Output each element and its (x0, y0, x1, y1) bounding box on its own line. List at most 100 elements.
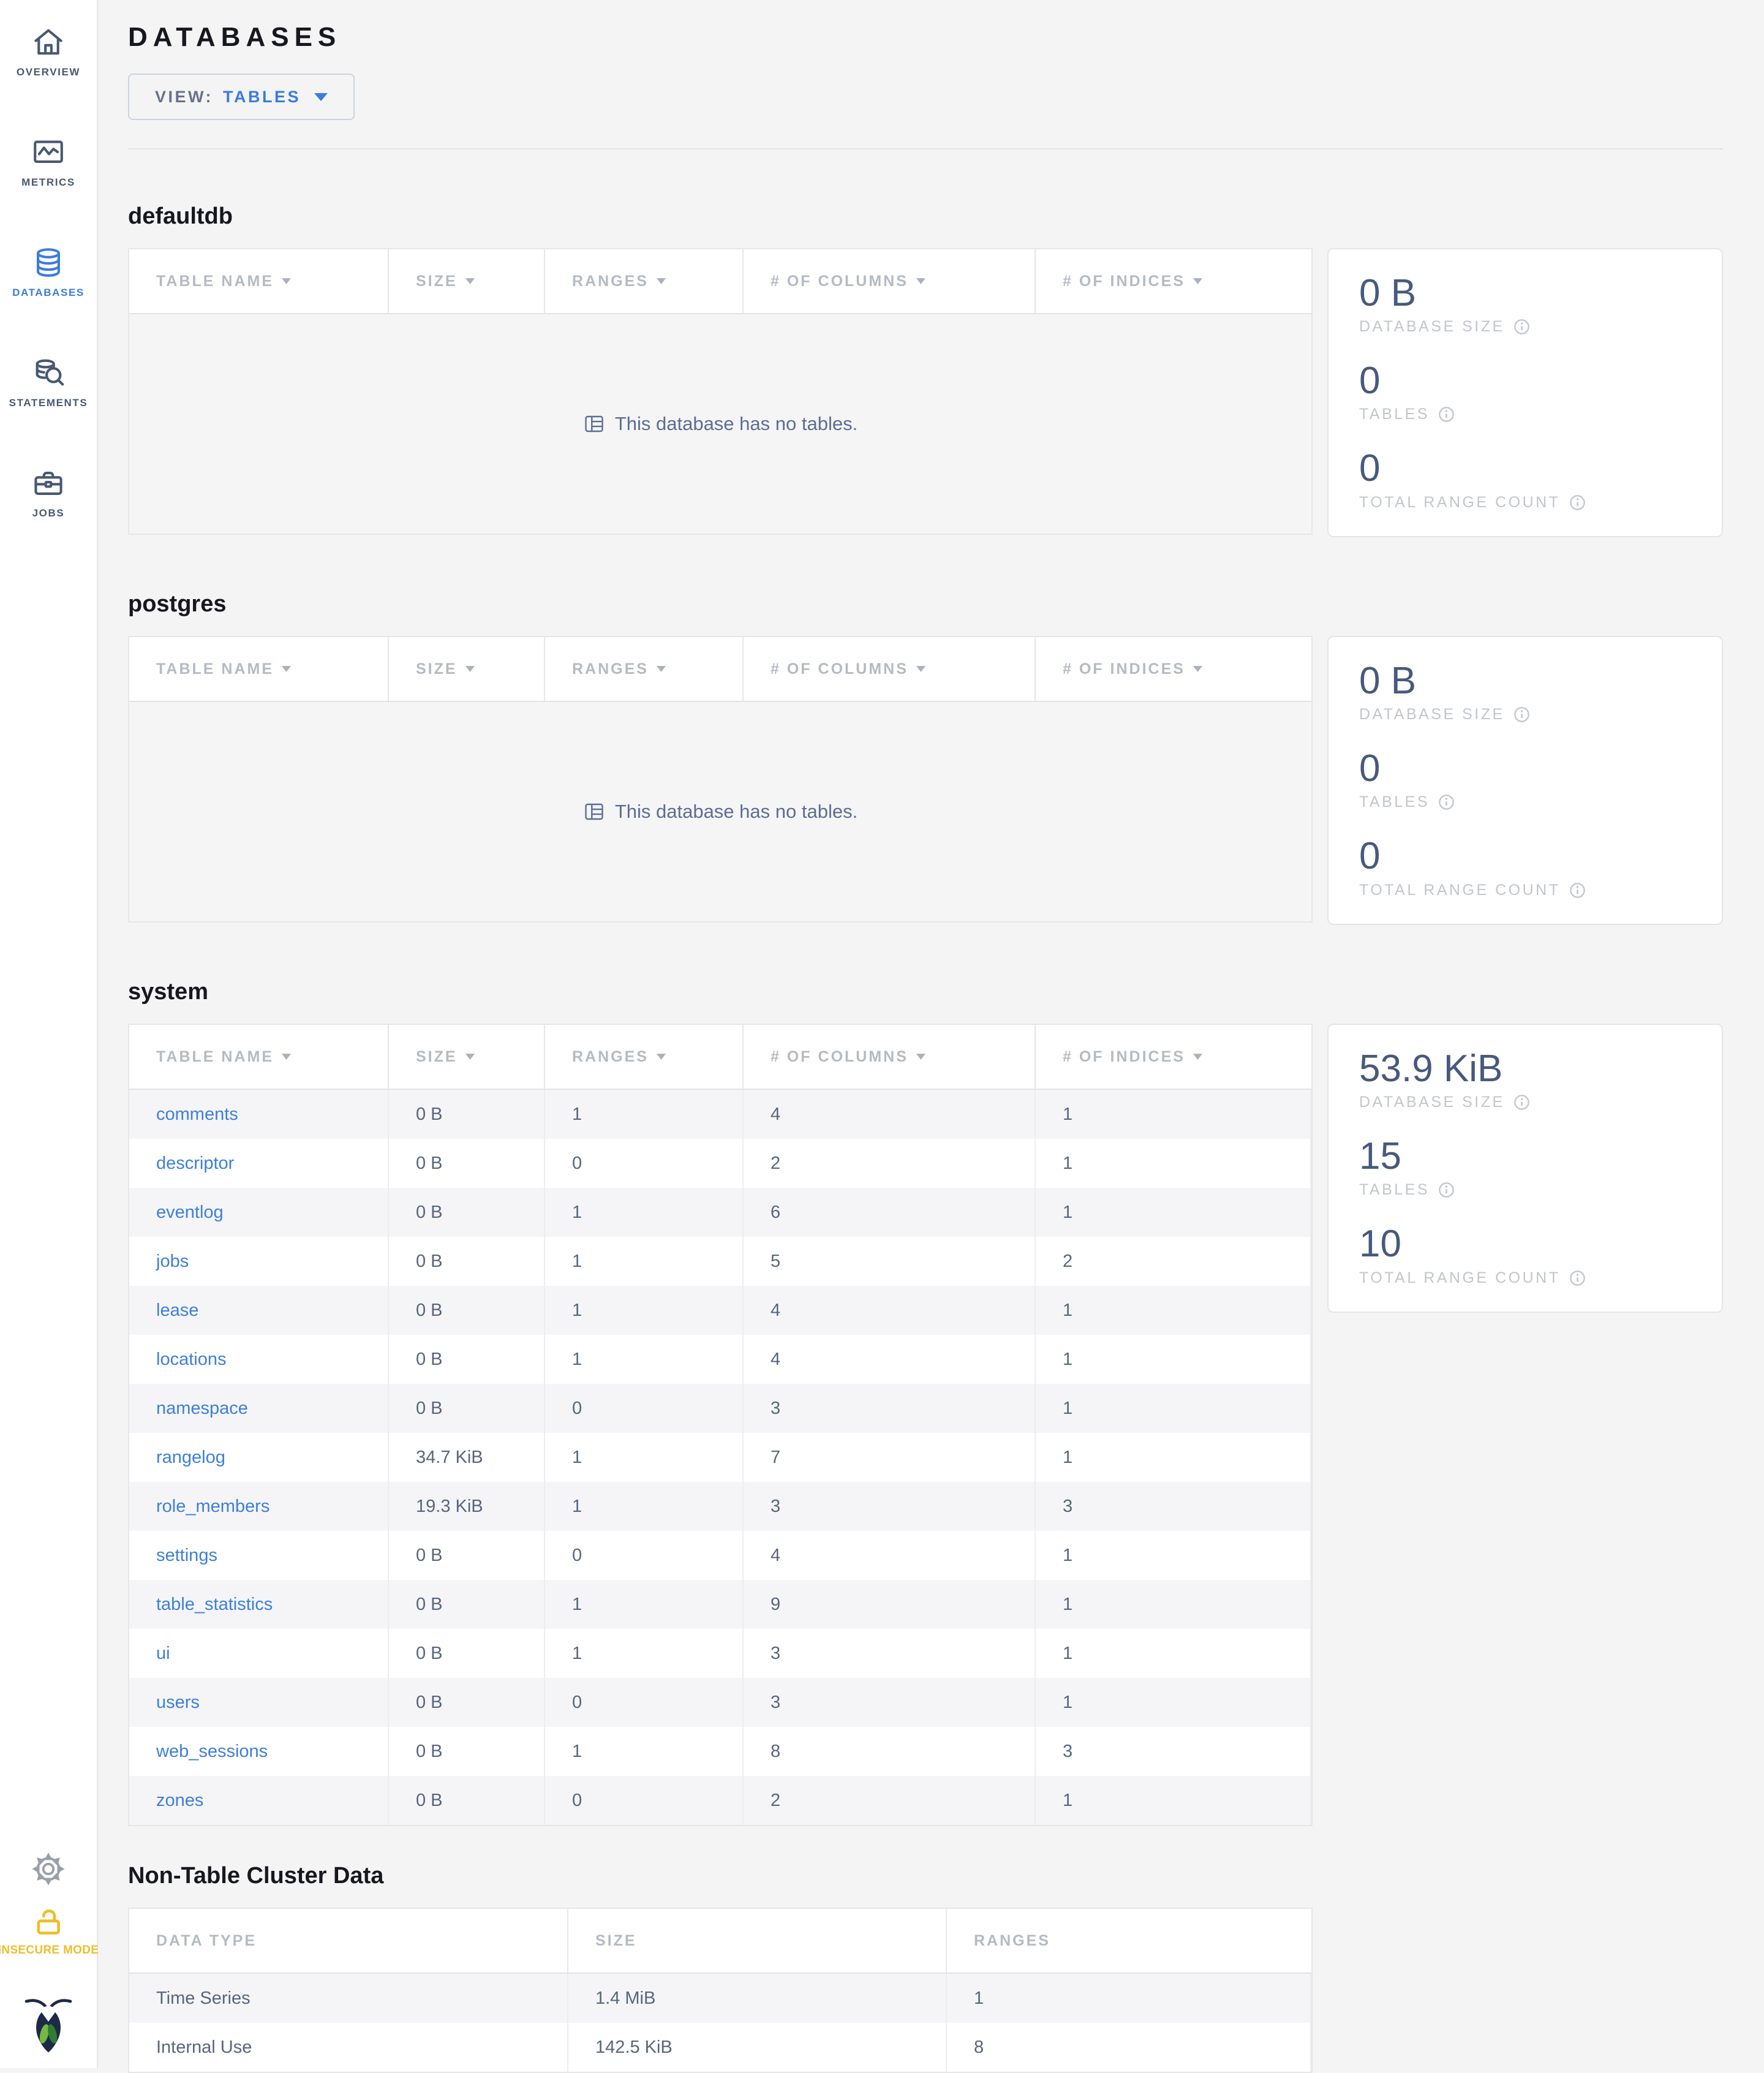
column-header-ranges[interactable]: RANGES (545, 249, 744, 313)
stat-value: 10 (1359, 1223, 1401, 1266)
column-header-columns[interactable]: # OF COLUMNS (744, 249, 1036, 313)
page-title: DATABASES (128, 22, 342, 52)
insecure-mode-indicator[interactable]: INSECURE MODE (0, 1906, 99, 1957)
table-name-link[interactable]: jobs (156, 1252, 189, 1272)
table-row: role_members 19.3 KiB 1 3 3 (129, 1482, 1311, 1531)
view-dropdown-label: VIEW: (155, 87, 214, 106)
table-ranges-value: 1 (545, 1335, 744, 1384)
table-row: locations 0 B 1 4 1 (129, 1335, 1311, 1384)
table-row: web_sessions 0 B 1 8 3 (129, 1727, 1311, 1776)
sidebar-footer: INSECURE MODE (0, 1851, 99, 2058)
table-size-value: 0 B (389, 1776, 545, 1825)
column-header-indices[interactable]: # OF INDICES (1036, 249, 1311, 313)
database-name: postgres (128, 591, 227, 617)
sort-desc-icon (465, 278, 475, 284)
table-name-link[interactable]: ui (156, 1644, 170, 1664)
table-name-link[interactable]: locations (156, 1350, 226, 1370)
view-dropdown[interactable]: VIEW: TABLES (128, 74, 355, 120)
table-ranges-value: 0 (545, 1531, 744, 1580)
table-ranges-value: 1 (545, 1237, 744, 1286)
column-header-ranges: RANGES (974, 1931, 1050, 1949)
table-indices-value: 1 (1036, 1678, 1311, 1727)
jobs-icon (34, 472, 62, 495)
column-header-table-name[interactable]: TABLE NAME (129, 249, 389, 313)
sidebar-item-statements[interactable]: STATEMENTS (9, 355, 88, 409)
view-dropdown-value: TABLES (223, 87, 301, 106)
table-ranges-value: 1 (545, 1433, 744, 1482)
column-header-columns[interactable]: # OF COLUMNS (744, 1025, 1036, 1089)
sidebar-item-jobs[interactable]: JOBS (31, 466, 66, 519)
stat-tables: 15 TABLES (1359, 1135, 1697, 1199)
table-name-link[interactable]: table_statistics (156, 1595, 273, 1615)
chevron-down-icon (314, 93, 328, 101)
database-name: defaultdb (128, 203, 233, 229)
table-ranges-value: 1 (545, 1629, 744, 1678)
table-name-link[interactable]: web_sessions (156, 1742, 268, 1762)
column-header-indices[interactable]: # OF INDICES (1036, 637, 1311, 701)
table-ranges-value: 0 (545, 1678, 744, 1727)
sort-desc-icon (1193, 278, 1202, 284)
table-row: Internal Use 142.5 KiB 8 (129, 2023, 1311, 2072)
table-name-link[interactable]: lease (156, 1301, 198, 1321)
sidebar-item-metrics[interactable]: METRICS (21, 135, 75, 189)
stat-tables: 0 TABLES (1359, 360, 1697, 423)
info-icon[interactable] (1569, 1270, 1586, 1286)
table-name-link[interactable]: descriptor (156, 1154, 234, 1174)
sidebar-item-databases[interactable]: DATABASES (12, 245, 85, 299)
column-header-size[interactable]: SIZE (389, 637, 545, 701)
info-icon[interactable] (1438, 1182, 1455, 1198)
info-icon[interactable] (1569, 882, 1586, 899)
column-header-ranges[interactable]: RANGES (545, 1025, 744, 1089)
table-name-link[interactable]: namespace (156, 1399, 248, 1419)
stat-label: TABLES (1359, 1181, 1430, 1199)
column-header-size[interactable]: SIZE (389, 249, 545, 313)
info-icon[interactable] (1569, 494, 1586, 511)
table-row: settings 0 B 0 4 1 (129, 1531, 1311, 1580)
column-header-table-name[interactable]: TABLE NAME (129, 1025, 389, 1089)
table-name-link[interactable]: users (156, 1693, 200, 1713)
table-name-link[interactable]: settings (156, 1546, 217, 1566)
table-name-link[interactable]: eventlog (156, 1203, 224, 1223)
sort-desc-icon (282, 278, 292, 284)
divider (128, 148, 1723, 149)
info-icon[interactable] (1513, 1094, 1530, 1111)
sort-desc-icon (1193, 666, 1202, 672)
column-header-ranges[interactable]: RANGES (545, 637, 744, 701)
stat-database-size: 0 B DATABASE SIZE (1359, 272, 1697, 336)
table-size-value: 34.7 KiB (389, 1433, 545, 1482)
database-stats-card: 53.9 KiB DATABASE SIZE 15 TABLES 10 TOTA… (1327, 1024, 1723, 1313)
table-columns-value: 6 (744, 1188, 1036, 1237)
stat-value: 15 (1359, 1135, 1401, 1178)
settings-gear-icon[interactable] (31, 1851, 66, 1890)
table-name-link[interactable]: rangelog (156, 1448, 225, 1468)
info-icon[interactable] (1438, 406, 1455, 423)
empty-state: This database has no tables. (129, 314, 1311, 534)
table-columns-value: 3 (744, 1678, 1036, 1727)
table-indices-value: 2 (1036, 1237, 1311, 1286)
table-size-value: 0 B (389, 1678, 545, 1727)
sort-desc-icon (1193, 1054, 1202, 1060)
table-row: eventlog 0 B 1 6 1 (129, 1188, 1311, 1237)
column-header-columns[interactable]: # OF COLUMNS (744, 637, 1036, 701)
column-header-size[interactable]: SIZE (389, 1025, 545, 1089)
table-name-link[interactable]: role_members (156, 1497, 270, 1517)
sort-desc-icon (656, 666, 666, 672)
database-tables-table: TABLE NAME SIZE RANGES # OF COLUMNS # OF… (128, 636, 1313, 923)
table-indices-value: 1 (1036, 1090, 1311, 1139)
table-icon (585, 415, 603, 432)
column-header-indices[interactable]: # OF INDICES (1036, 1025, 1311, 1089)
stat-total-range-count: 0 TOTAL RANGE COUNT (1359, 448, 1697, 511)
info-icon[interactable] (1513, 319, 1530, 335)
table-name-link[interactable]: comments (156, 1104, 238, 1125)
sidebar: OVERVIEW METRICS DATABASES STATEMENTS JO… (0, 0, 99, 2068)
non-table-cluster-section: Non-Table Cluster Data DATA TYPE SIZE RA… (128, 1863, 1723, 2073)
ranges-value: 1 (947, 1974, 1311, 2023)
table-name-link[interactable]: zones (156, 1791, 203, 1811)
info-icon[interactable] (1438, 794, 1455, 810)
stat-database-size: 0 B DATABASE SIZE (1359, 660, 1697, 723)
column-header-table-name[interactable]: TABLE NAME (129, 637, 389, 701)
info-icon[interactable] (1513, 706, 1530, 723)
sidebar-item-label: DATABASES (12, 287, 85, 298)
stat-label: TOTAL RANGE COUNT (1359, 1269, 1561, 1286)
sidebar-item-overview[interactable]: OVERVIEW (17, 25, 80, 78)
